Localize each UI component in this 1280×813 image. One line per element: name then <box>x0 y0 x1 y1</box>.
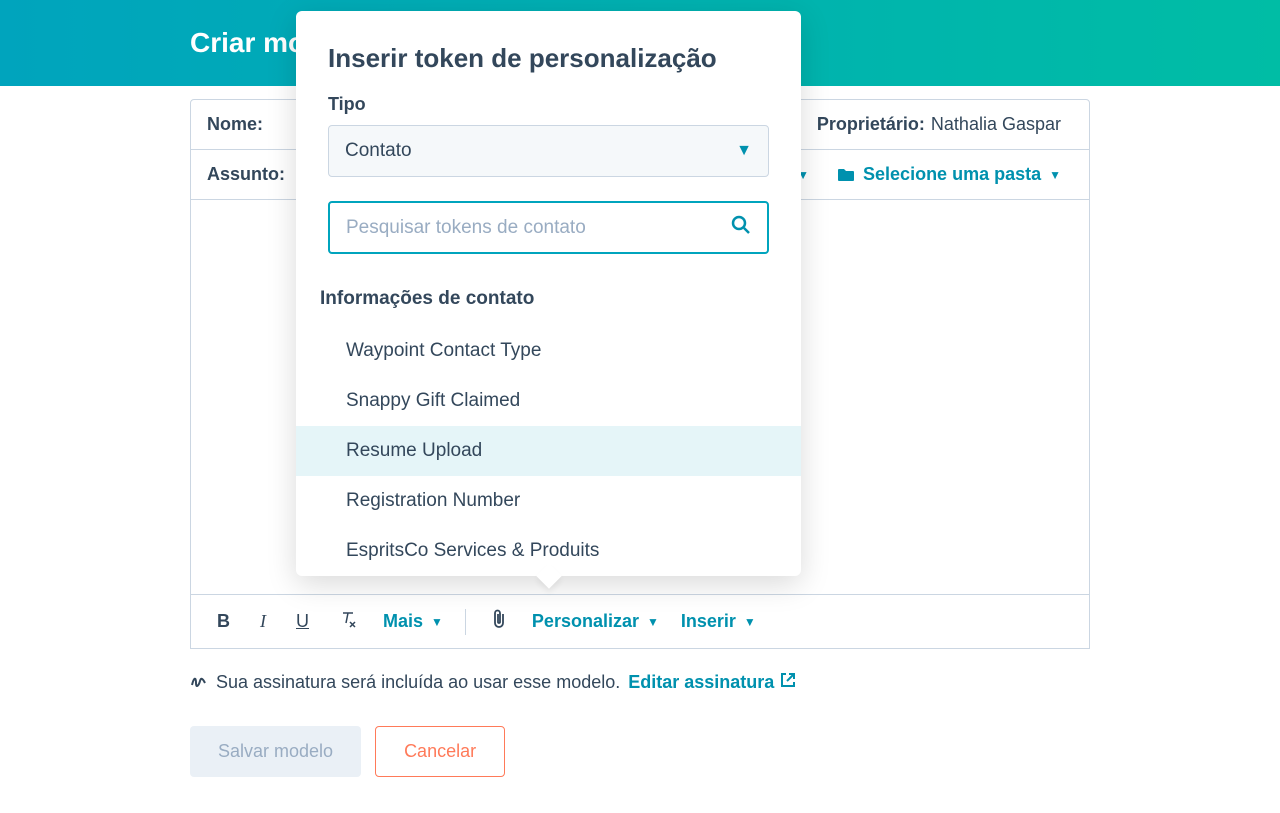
edit-signature-link[interactable]: Editar assinatura <box>628 672 796 693</box>
signature-icon <box>190 671 208 694</box>
insert-label: Inserir <box>681 611 736 632</box>
underline-button[interactable]: U <box>292 609 313 634</box>
type-label: Tipo <box>328 94 769 115</box>
type-select[interactable]: Contato ▼ <box>328 125 769 177</box>
type-select-value: Contato <box>345 140 412 162</box>
token-item[interactable]: Registration Number <box>296 476 801 526</box>
popover-title: Inserir token de personalização <box>328 43 769 74</box>
token-list: Waypoint Contact Type Snappy Gift Claime… <box>296 326 801 576</box>
search-box[interactable] <box>328 201 769 254</box>
caret-down-icon: ▼ <box>647 615 659 629</box>
select-folder-label: Selecione uma pasta <box>863 164 1041 185</box>
proprietario-cell: Proprietário: Nathalia Gaspar <box>801 100 1089 149</box>
token-section-header: Informações de contato <box>296 282 801 326</box>
caret-down-icon: ▼ <box>744 615 756 629</box>
toolbar-divider <box>465 609 466 635</box>
italic-button[interactable]: I <box>256 609 270 634</box>
caret-down-icon: ▼ <box>1049 168 1061 182</box>
external-link-icon <box>780 672 796 693</box>
clear-format-button[interactable] <box>335 608 361 635</box>
token-item[interactable]: Waypoint Contact Type <box>296 326 801 376</box>
save-button[interactable]: Salvar modelo <box>190 726 361 777</box>
signature-row: Sua assinatura será incluída ao usar ess… <box>190 671 1090 694</box>
search-icon <box>731 215 751 240</box>
attach-button[interactable] <box>488 607 510 636</box>
token-item[interactable]: Resume Upload <box>296 426 801 476</box>
insert-dropdown[interactable]: Inserir ▼ <box>681 611 756 632</box>
page-title: Criar mo <box>190 27 305 59</box>
token-item[interactable]: Snappy Gift Claimed <box>296 376 801 426</box>
cancel-button[interactable]: Cancelar <box>375 726 505 777</box>
caret-down-icon: ▼ <box>431 615 443 629</box>
folder-icon <box>837 167 855 183</box>
token-section: Informações de contato Waypoint Contact … <box>296 282 801 576</box>
clear-format-icon <box>339 610 357 633</box>
editor-toolbar: B I U Mais ▼ Personalizar ▼ Inserir ▼ <box>190 595 1090 649</box>
caret-down-icon: ▼ <box>736 142 752 160</box>
proprietario-label: Proprietário: <box>817 114 925 135</box>
more-label: Mais <box>383 611 423 632</box>
attach-icon <box>492 609 506 634</box>
search-input[interactable] <box>346 217 731 239</box>
nome-label: Nome: <box>207 114 263 135</box>
edit-signature-label: Editar assinatura <box>628 672 774 693</box>
assunto-label: Assunto: <box>207 164 285 185</box>
signature-text: Sua assinatura será incluída ao usar ess… <box>216 672 620 693</box>
personalize-label: Personalizar <box>532 611 639 632</box>
select-folder-dropdown[interactable]: Selecione uma pasta ▼ <box>837 164 1061 185</box>
owner-name: Nathalia Gaspar <box>931 114 1061 135</box>
more-dropdown[interactable]: Mais ▼ <box>383 611 443 632</box>
bold-button[interactable]: B <box>213 609 234 634</box>
personalize-dropdown[interactable]: Personalizar ▼ <box>532 611 659 632</box>
button-row: Salvar modelo Cancelar <box>190 726 1090 777</box>
personalization-popover: Inserir token de personalização Tipo Con… <box>296 11 801 576</box>
